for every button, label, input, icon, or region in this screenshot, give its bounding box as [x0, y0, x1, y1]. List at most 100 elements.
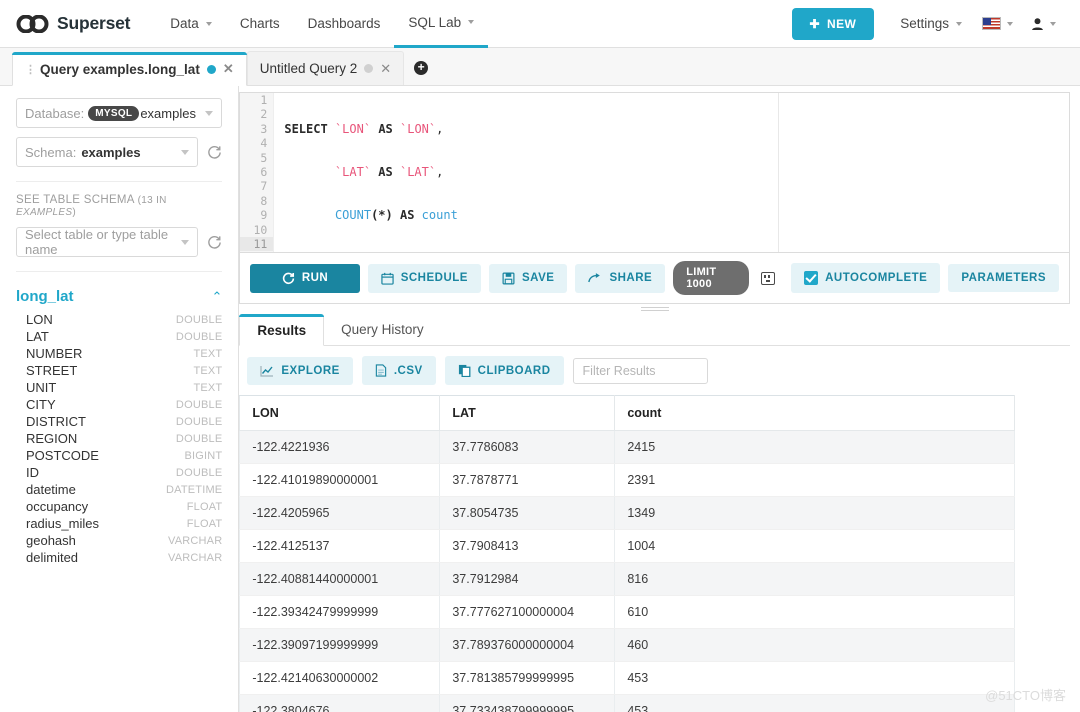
query-tab-2[interactable]: Untitled Query 2 ✕ — [247, 51, 404, 85]
column-list: LONDOUBLE LATDOUBLE NUMBERTEXT STREETTEX… — [16, 311, 222, 566]
explore-button[interactable]: EXPLORE — [247, 357, 352, 385]
status-dot-icon — [207, 65, 216, 74]
column-row[interactable]: occupancyFLOAT — [16, 498, 222, 515]
column-row[interactable]: UNITTEXT — [16, 379, 222, 396]
table-schema-header[interactable]: long_lat ⌃ — [16, 288, 222, 305]
nav-link-charts-label: Charts — [240, 16, 280, 31]
add-tab-button[interactable]: + — [404, 51, 438, 85]
see-table-paren: ) — [72, 207, 76, 218]
column-row[interactable]: LONDOUBLE — [16, 311, 222, 328]
table-row[interactable]: -122.4221936 37.7786083 2415 — [240, 431, 1015, 464]
schema-select[interactable]: Schema: examples — [16, 137, 198, 167]
results-toolbar: EXPLORE .CSV CLIPBOARD — [239, 346, 1070, 395]
column-row[interactable]: datetimeDATETIME — [16, 481, 222, 498]
column-type: DOUBLE — [176, 331, 222, 343]
user-icon — [1031, 17, 1044, 31]
column-row[interactable]: LATDOUBLE — [16, 328, 222, 345]
chevron-up-icon[interactable]: ⌃ — [211, 289, 222, 305]
line-number: 4 — [240, 136, 273, 150]
column-type: VARCHAR — [168, 552, 222, 564]
cell-count: 2415 — [615, 431, 1015, 464]
column-row[interactable]: DISTRICTDOUBLE — [16, 413, 222, 430]
cell-lat: 37.7908413 — [440, 530, 615, 563]
column-header-count[interactable]: count — [615, 396, 1015, 431]
table-row[interactable]: -122.4205965 37.8054735 1349 — [240, 497, 1015, 530]
limit-badge[interactable]: LIMIT 1000 — [673, 261, 748, 295]
schedule-button[interactable]: SCHEDULE — [368, 264, 481, 293]
pane-resize-handle[interactable] — [239, 304, 1070, 313]
table-header-row: LON LAT count — [240, 396, 1015, 431]
table-row[interactable]: -122.41019890000001 37.7878771 2391 — [240, 464, 1015, 497]
nav-link-sql-lab[interactable]: SQL Lab — [394, 0, 488, 48]
column-row[interactable]: CITYDOUBLE — [16, 396, 222, 413]
close-icon[interactable]: ✕ — [223, 61, 234, 77]
clipboard-button[interactable]: CLIPBOARD — [445, 356, 564, 385]
column-header-lon[interactable]: LON — [240, 396, 440, 431]
table-row[interactable]: -122.39097199999999 37.789376000000004 4… — [240, 629, 1015, 662]
nav-link-charts[interactable]: Charts — [226, 0, 294, 48]
column-type: DOUBLE — [176, 399, 222, 411]
keyboard-shortcuts-icon[interactable] — [761, 272, 776, 285]
tab-query-history[interactable]: Query History — [324, 313, 441, 345]
results-grid-wrapper[interactable]: LON LAT count -122.4221936 37.7786083 24… — [239, 395, 1070, 712]
column-row[interactable]: IDDOUBLE — [16, 464, 222, 481]
column-row[interactable]: STREETTEXT — [16, 362, 222, 379]
table-row[interactable]: -122.4125137 37.7908413 1004 — [240, 530, 1015, 563]
sql-editor[interactable]: 1 2 3 4 5 6 7 8 9 10 11 SELECT `LON` AS … — [239, 92, 1070, 252]
save-button[interactable]: SAVE — [489, 264, 567, 293]
drag-handle-icon[interactable]: ⋮ — [25, 63, 35, 76]
table-row[interactable]: -122.42140630000002 37.781385799999995 4… — [240, 662, 1015, 695]
cell-count: 816 — [615, 563, 1015, 596]
column-name: UNIT — [26, 380, 56, 395]
column-row[interactable]: geohashVARCHAR — [16, 532, 222, 549]
chevron-down-icon — [181, 240, 189, 245]
parameters-label: PARAMETERS — [961, 272, 1046, 284]
table-row[interactable]: -122.3804676 37.733438799999995 453 — [240, 695, 1015, 712]
database-engine-badge: MYSQL — [88, 106, 139, 121]
share-button-label: SHARE — [609, 272, 652, 284]
editor-pane: 1 2 3 4 5 6 7 8 9 10 11 SELECT `LON` AS … — [239, 86, 1080, 712]
see-table-schema-label: SEE TABLE SCHEMA (13 IN EXAMPLES) — [16, 194, 222, 218]
chevron-down-icon — [205, 111, 213, 116]
nav-link-dashboards-label: Dashboards — [308, 16, 381, 31]
close-icon[interactable]: ✕ — [380, 61, 391, 77]
csv-button[interactable]: .CSV — [362, 356, 436, 385]
query-tab-1[interactable]: ⋮ Query examples.long_lat ✕ — [12, 52, 247, 86]
nav-link-dashboards[interactable]: Dashboards — [294, 0, 395, 48]
settings-menu[interactable]: Settings — [890, 16, 972, 31]
table-row[interactable]: -122.39342479999999 37.777627100000004 6… — [240, 596, 1015, 629]
query-tab-bar: ⋮ Query examples.long_lat ✕ Untitled Que… — [0, 48, 1080, 86]
autocomplete-toggle[interactable]: AUTOCOMPLETE — [791, 263, 940, 293]
new-button[interactable]: ✚ NEW — [792, 8, 875, 40]
line-number: 2 — [240, 107, 273, 121]
cell-lon: -122.40881440000001 — [240, 563, 440, 596]
run-button[interactable]: RUN — [250, 264, 359, 293]
language-picker[interactable] — [974, 17, 1021, 30]
see-table-db: EXAMPLES — [16, 207, 72, 218]
filter-results-input[interactable] — [573, 358, 708, 384]
column-header-lat[interactable]: LAT — [440, 396, 615, 431]
column-type: DATETIME — [166, 484, 222, 496]
tab-results[interactable]: Results — [239, 314, 324, 346]
column-row[interactable]: REGIONDOUBLE — [16, 430, 222, 447]
sql-code[interactable]: SELECT `LON` AS `LON`, `LAT` AS `LAT`, C… — [284, 93, 1069, 252]
column-row[interactable]: NUMBERTEXT — [16, 345, 222, 362]
user-menu[interactable] — [1023, 17, 1064, 31]
database-select[interactable]: Database: MYSQL examples — [16, 98, 222, 128]
column-row[interactable]: POSTCODEBIGINT — [16, 447, 222, 464]
table-select[interactable]: Select table or type table name — [16, 227, 198, 257]
refresh-table-icon[interactable] — [207, 235, 222, 250]
share-button[interactable]: SHARE — [575, 264, 665, 293]
cell-count: 460 — [615, 629, 1015, 662]
parameters-button[interactable]: PARAMETERS — [948, 264, 1059, 292]
column-row[interactable]: radius_milesFLOAT — [16, 515, 222, 532]
chevron-down-icon — [206, 22, 212, 26]
brand-logo-group[interactable]: Superset — [16, 13, 130, 34]
table-row[interactable]: -122.40881440000001 37.7912984 816 — [240, 563, 1015, 596]
nav-link-data[interactable]: Data — [156, 0, 226, 48]
schema-select-value: examples — [81, 145, 140, 160]
csv-button-label: .CSV — [394, 365, 423, 377]
editor-gutter: 1 2 3 4 5 6 7 8 9 10 11 — [240, 93, 274, 252]
column-row[interactable]: delimitedVARCHAR — [16, 549, 222, 566]
refresh-schema-icon[interactable] — [207, 145, 222, 160]
